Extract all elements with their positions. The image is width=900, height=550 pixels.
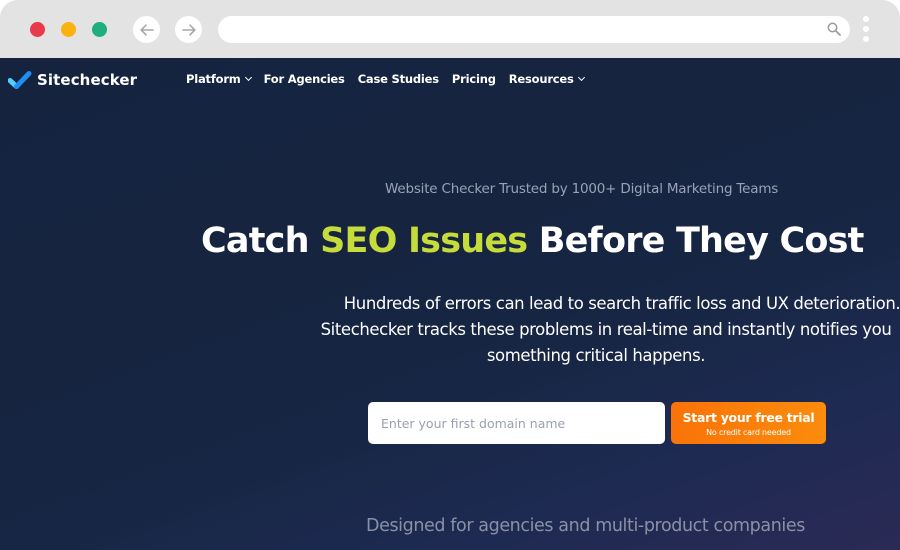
checkmark-logo-icon xyxy=(8,71,32,89)
nav-item-for-agencies[interactable]: For Agencies xyxy=(264,72,345,86)
brand-name: Sitechecker xyxy=(37,71,138,89)
address-bar[interactable] xyxy=(218,16,850,43)
nav-item-platform[interactable]: Platform xyxy=(186,72,252,86)
nav-label: For Agencies xyxy=(263,72,345,86)
headline-part: Catch xyxy=(201,221,321,261)
designed-for-text: Designed for agencies and multi-product … xyxy=(366,516,805,536)
webpage: Sitechecker Platform For Agencies Case S… xyxy=(0,58,900,550)
nav-label: Platform xyxy=(186,72,241,86)
nav-item-resources[interactable]: Resources xyxy=(508,72,585,86)
nav-label: Resources xyxy=(508,72,574,86)
nav-item-pricing[interactable]: Pricing xyxy=(452,72,496,86)
hero-headline: Catch SEO Issues Before They Cost xyxy=(201,221,864,261)
start-free-trial-button[interactable]: Start your free trial No credit card nee… xyxy=(671,402,826,444)
headline-part: Before They Cost xyxy=(527,221,865,261)
forward-button[interactable] xyxy=(175,16,202,43)
nav-label: Case Studies xyxy=(357,72,439,86)
description-line: Hundreds of errors can lead to search tr… xyxy=(343,294,900,313)
browser-window: Sitechecker Platform For Agencies Case S… xyxy=(0,0,900,550)
window-minimize-button[interactable] xyxy=(61,22,76,37)
description-line: Sitechecker tracks these problems in rea… xyxy=(320,320,892,339)
main-menu: Platform For Agencies Case Studies Prici… xyxy=(186,72,597,86)
arrow-right-icon xyxy=(181,23,196,36)
nav-label: Pricing xyxy=(451,72,496,86)
arrow-left-icon xyxy=(139,23,154,36)
description-line: something critical happens. xyxy=(486,346,706,365)
hero-description: Hundreds of errors can lead to search tr… xyxy=(270,291,900,369)
back-button[interactable] xyxy=(133,16,160,43)
nav-item-case-studies[interactable]: Case Studies xyxy=(358,72,439,86)
site-logo[interactable]: Sitechecker xyxy=(8,70,137,90)
domain-input[interactable] xyxy=(368,402,665,444)
window-close-button[interactable] xyxy=(30,22,45,37)
headline-accent: SEO Issues xyxy=(320,221,528,261)
chevron-down-icon xyxy=(244,73,252,82)
window-maximize-button[interactable] xyxy=(92,22,107,37)
site-navbar: Sitechecker Platform For Agencies Case S… xyxy=(0,58,900,103)
hero-tagline: Website Checker Trusted by 1000+ Digital… xyxy=(385,181,779,197)
chevron-down-icon xyxy=(577,73,585,82)
search-icon[interactable] xyxy=(827,22,841,36)
cta-sublabel: No credit card needed xyxy=(706,427,791,437)
kebab-menu-icon[interactable] xyxy=(862,16,870,44)
cta-label: Start your free trial xyxy=(682,409,815,425)
browser-toolbar xyxy=(0,0,900,58)
